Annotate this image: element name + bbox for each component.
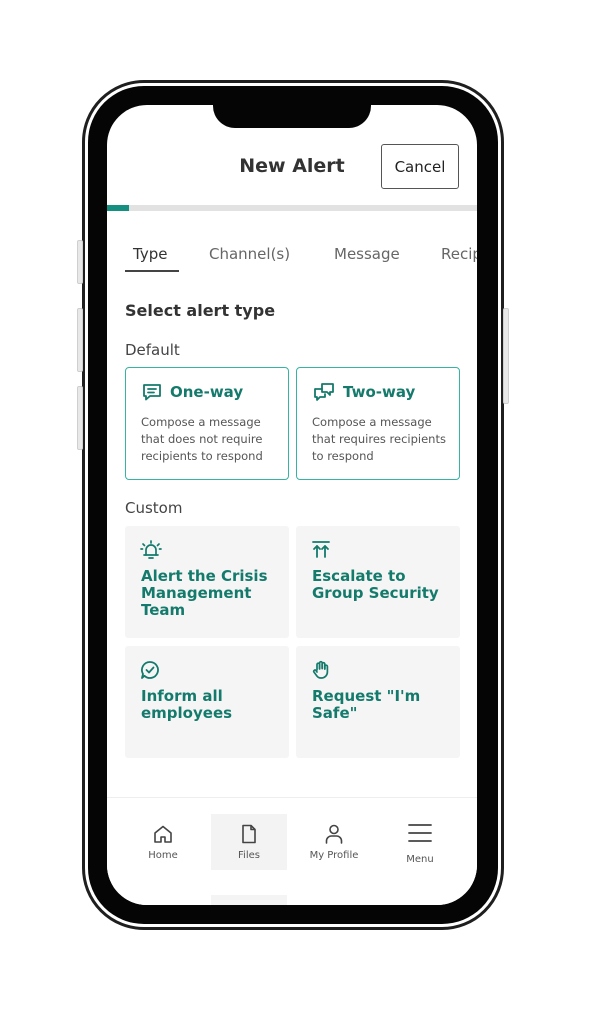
tab-message[interactable]: Message: [334, 245, 400, 263]
tab-channels[interactable]: Channel(s): [209, 245, 290, 263]
nav-home[interactable]: Home: [125, 814, 201, 870]
section-title: Select alert type: [125, 301, 276, 320]
alarm-bell-icon: [140, 540, 162, 564]
two-way-title: Two-way: [343, 383, 416, 401]
default-group-label: Default: [125, 341, 180, 359]
power-button: [503, 308, 509, 404]
one-way-title: One-way: [170, 383, 244, 401]
nav-profile[interactable]: My Profile: [296, 814, 372, 870]
progress-fill: [107, 205, 130, 211]
nav-menu-label: Menu: [406, 854, 434, 865]
message-icon: [142, 382, 162, 402]
step-tabs: Type Channel(s) Message Recipients: [107, 245, 477, 279]
volume-down-button: [77, 386, 83, 450]
hamburger-menu-icon: [382, 822, 458, 844]
custom-option-crisis-team[interactable]: Alert the Crisis Management Team: [125, 526, 289, 638]
escalate-icon: [311, 540, 331, 564]
user-icon: [296, 824, 372, 844]
nav-home-label: Home: [148, 850, 178, 861]
nav-files[interactable]: Files: [211, 814, 287, 870]
home-icon: [125, 824, 201, 844]
one-way-description: Compose a message that does not require …: [141, 415, 263, 463]
two-way-description: Compose a message that requires recipien…: [312, 415, 446, 463]
tab-recipients[interactable]: Recipients: [441, 245, 477, 263]
inform-employees-label: Inform all employees: [141, 687, 233, 722]
custom-option-escalate[interactable]: Escalate to Group Security: [296, 526, 460, 638]
raised-hand-icon: [311, 660, 331, 684]
mute-switch: [77, 240, 83, 284]
escalate-label: Escalate to Group Security: [312, 567, 439, 602]
request-safe-label: Request "I'm Safe": [312, 687, 421, 722]
nav-menu[interactable]: Menu: [382, 814, 458, 870]
check-bubble-icon: [140, 660, 160, 684]
progress-bar: [107, 205, 477, 211]
notch: [213, 105, 371, 128]
custom-option-inform-employees[interactable]: Inform all employees: [125, 646, 289, 758]
custom-group-label: Custom: [125, 499, 183, 517]
active-tab-indicator: [125, 270, 179, 272]
nav-profile-label: My Profile: [309, 850, 359, 861]
crisis-team-label: Alert the Crisis Management Team: [141, 567, 268, 619]
two-way-option[interactable]: Two-way Compose a message that requires …: [296, 367, 460, 480]
file-icon: [211, 824, 287, 844]
cancel-button[interactable]: Cancel: [381, 144, 459, 189]
tab-type[interactable]: Type: [133, 245, 167, 263]
nav-files-label: Files: [238, 850, 260, 861]
home-indicator: [211, 895, 287, 905]
phone-screen: New Alert Cancel Type Channel(s) Message…: [107, 105, 477, 905]
bottom-nav: Home Files My Profile Menu: [107, 797, 477, 905]
custom-option-request-safe[interactable]: Request "I'm Safe": [296, 646, 460, 758]
volume-up-button: [77, 308, 83, 372]
conversation-icon: [313, 382, 335, 402]
one-way-option[interactable]: One-way Compose a message that does not …: [125, 367, 289, 480]
